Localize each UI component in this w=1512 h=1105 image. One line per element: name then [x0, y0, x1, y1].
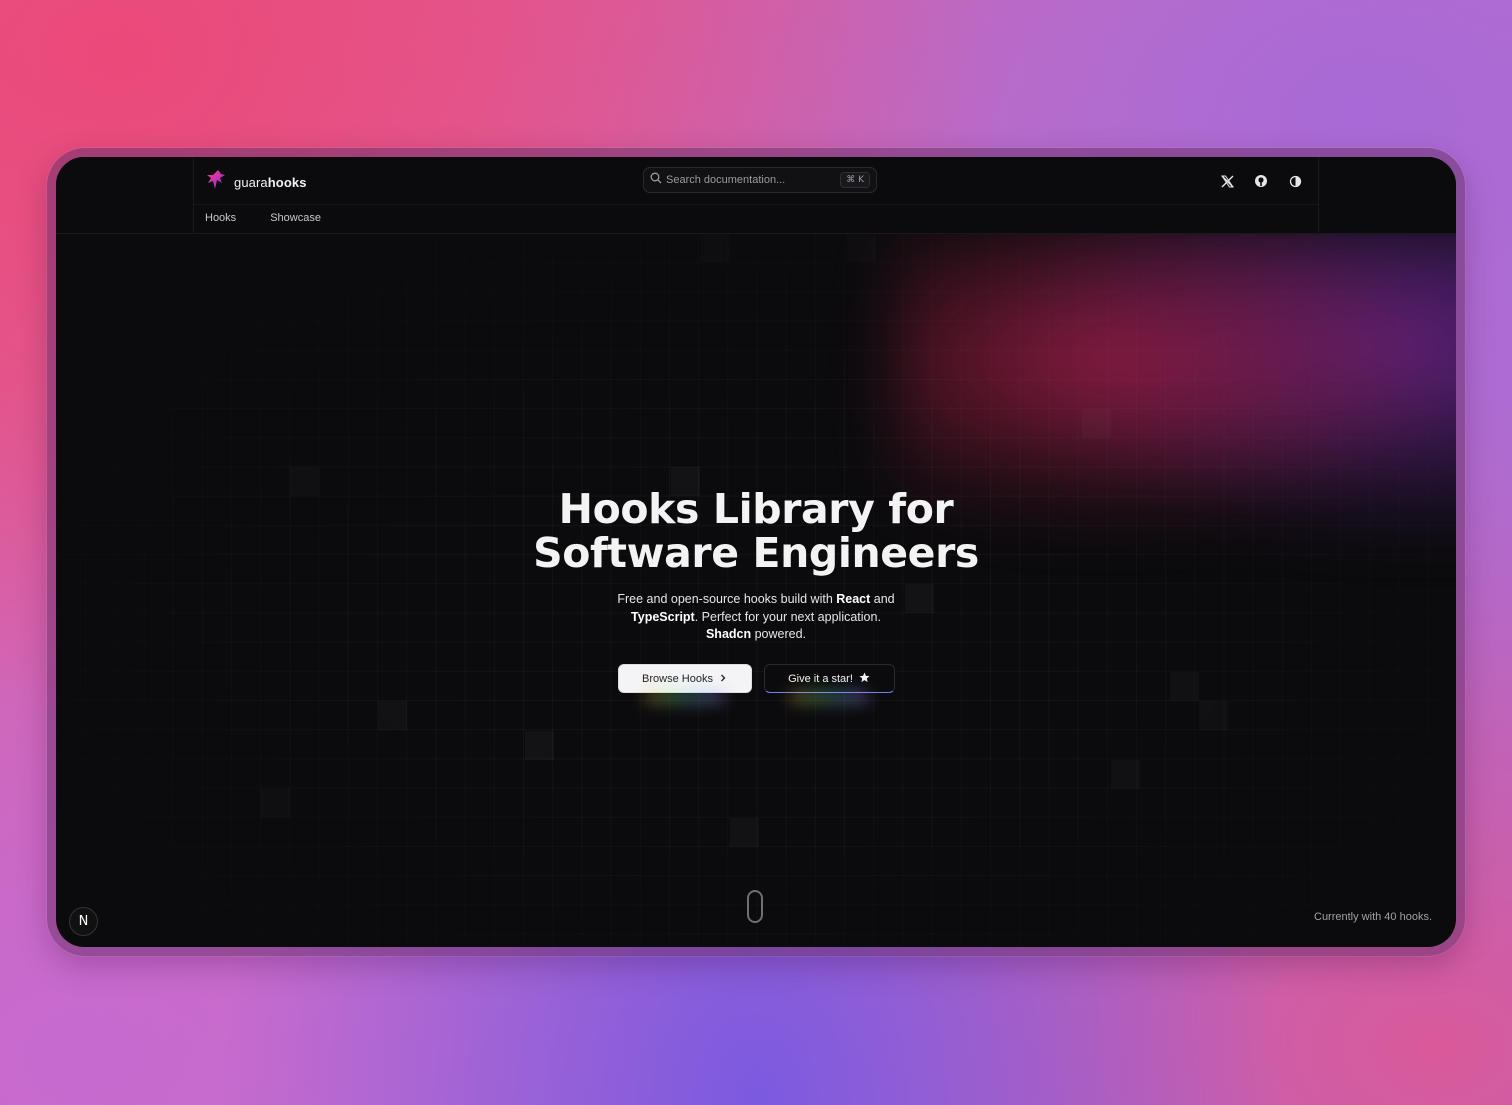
hooks-count-text: Currently with 40 hooks.	[1314, 911, 1432, 923]
hero-title: Hooks Library for Software Engineers	[56, 487, 1456, 575]
browse-hooks-button[interactable]: Browse Hooks	[617, 664, 752, 693]
brand-name-prefix: guara	[234, 175, 268, 190]
hero-desc-text: and	[870, 592, 895, 606]
github-icon[interactable]	[1253, 173, 1269, 189]
divider	[193, 204, 1319, 205]
hero-title-line-2: Software Engineers	[533, 529, 979, 577]
hero-section: Hooks Library for Software Engineers Fre…	[56, 487, 1456, 644]
search-input[interactable]	[666, 174, 841, 186]
brand-logo-link[interactable]: guarahooks	[206, 169, 307, 196]
divider	[1318, 157, 1319, 233]
brand-name-bold: hooks	[267, 175, 307, 190]
grid-highlight-cell	[730, 818, 759, 847]
guara-logo-icon	[206, 169, 226, 196]
scroll-indicator	[747, 890, 763, 923]
browser-screen: guarahooks ⌘ K Hooks Showcase	[56, 157, 1456, 947]
give-star-label: Give it a star!	[788, 672, 853, 685]
nav-item-showcase[interactable]: Showcase	[270, 212, 321, 224]
grid-highlight-cell	[378, 701, 407, 730]
x-twitter-icon[interactable]	[1219, 173, 1235, 189]
hero-desc-shadcn: Shadcn	[705, 627, 752, 641]
hero-desc-text: powered.	[751, 627, 807, 641]
search-box[interactable]: ⌘ K	[643, 167, 877, 193]
nextjs-badge-icon[interactable]: N	[69, 907, 98, 936]
top-navigation-bar: guarahooks ⌘ K Hooks Showcase	[56, 157, 1456, 234]
hero-title-line-1: Hooks Library for	[558, 485, 954, 533]
theme-toggle-icon[interactable]	[1287, 173, 1303, 189]
browse-hooks-label: Browse Hooks	[642, 672, 713, 685]
grid-highlight-cell	[525, 731, 554, 760]
give-star-button[interactable]: Give it a star!	[763, 664, 895, 693]
brand-name: guarahooks	[234, 175, 307, 190]
grid-highlight-cell	[261, 789, 290, 818]
grid-highlight-cell	[701, 233, 730, 262]
divider	[193, 157, 194, 233]
hero-description: Free and open-source hooks build with Re…	[616, 591, 896, 644]
header-icon-group	[1219, 173, 1303, 189]
hero-desc-react: React	[836, 592, 871, 606]
chevron-right-icon	[719, 673, 727, 685]
grid-highlight-cell	[1199, 701, 1228, 730]
grid-highlight-cell	[1111, 760, 1140, 789]
cta-buttons: Browse Hooks Give it a star!	[56, 664, 1456, 693]
search-shortcut-badge: ⌘ K	[840, 172, 870, 188]
hero-desc-typescript: TypeScript	[631, 609, 695, 624]
hero-desc-text: Free and open-source hooks build with	[617, 592, 837, 606]
grid-highlight-cell	[847, 233, 876, 262]
nav-item-hooks[interactable]: Hooks	[205, 212, 236, 224]
search-icon	[650, 171, 662, 189]
hero-desc-text: . Perfect for your next application.	[694, 609, 881, 624]
grid-highlight-cell	[1082, 409, 1111, 438]
secondary-nav: Hooks Showcase	[205, 212, 321, 224]
star-icon	[859, 672, 870, 686]
